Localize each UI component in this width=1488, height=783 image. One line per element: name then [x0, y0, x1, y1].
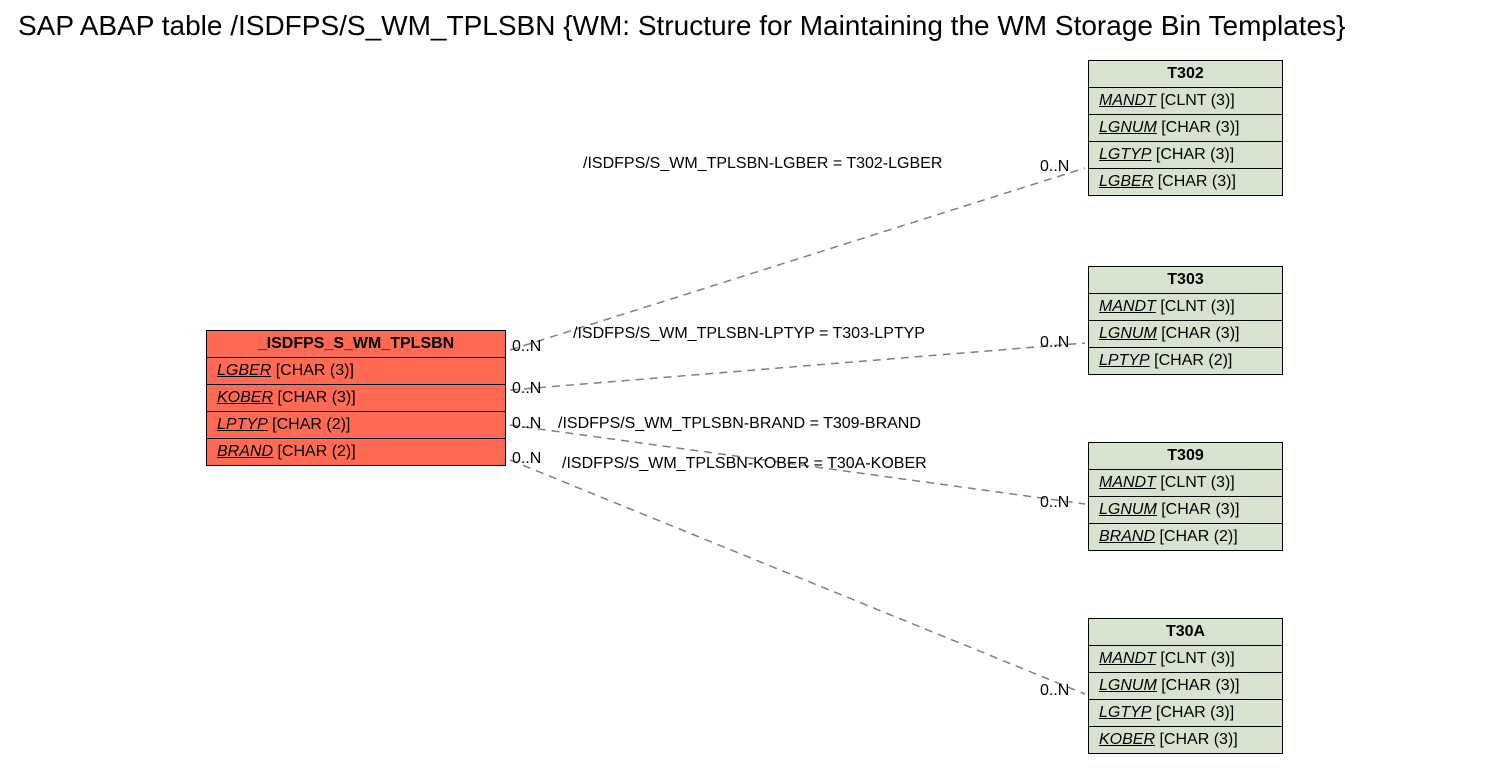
- entity-t30a-field: MANDT [CLNT (3)]: [1089, 646, 1282, 673]
- relation-label: /ISDFPS/S_WM_TPLSBN-LPTYP = T303-LPTYP: [573, 325, 925, 343]
- entity-t303: T303 MANDT [CLNT (3)] LGNUM [CHAR (3)] L…: [1088, 266, 1283, 375]
- entity-t309-field: MANDT [CLNT (3)]: [1089, 470, 1282, 497]
- entity-t303-field: LPTYP [CHAR (2)]: [1089, 348, 1282, 374]
- entity-t309-field: LGNUM [CHAR (3)]: [1089, 497, 1282, 524]
- entity-t30a-header: T30A: [1089, 619, 1282, 646]
- entity-main-field: LGBER [CHAR (3)]: [207, 358, 505, 385]
- entity-t30a-field: LGTYP [CHAR (3)]: [1089, 700, 1282, 727]
- entity-t302-field: MANDT [CLNT (3)]: [1089, 88, 1282, 115]
- entity-t30a-field: KOBER [CHAR (3)]: [1089, 727, 1282, 753]
- relation-label: /ISDFPS/S_WM_TPLSBN-LGBER = T302-LGBER: [583, 155, 942, 173]
- cardinality-right: 0..N: [1040, 494, 1069, 512]
- entity-t302-field: LGNUM [CHAR (3)]: [1089, 115, 1282, 142]
- entity-main-field: LPTYP [CHAR (2)]: [207, 412, 505, 439]
- cardinality-right: 0..N: [1040, 682, 1069, 700]
- cardinality-left: 0..N: [512, 415, 541, 433]
- entity-t309-header: T309: [1089, 443, 1282, 470]
- cardinality-right: 0..N: [1040, 334, 1069, 352]
- cardinality-left: 0..N: [512, 338, 541, 356]
- entity-t30a: T30A MANDT [CLNT (3)] LGNUM [CHAR (3)] L…: [1088, 618, 1283, 754]
- entity-t303-field: LGNUM [CHAR (3)]: [1089, 321, 1282, 348]
- entity-main-field: KOBER [CHAR (3)]: [207, 385, 505, 412]
- entity-t303-header: T303: [1089, 267, 1282, 294]
- entity-t309-field: BRAND [CHAR (2)]: [1089, 524, 1282, 550]
- entity-t302-field: LGTYP [CHAR (3)]: [1089, 142, 1282, 169]
- cardinality-left: 0..N: [512, 450, 541, 468]
- entity-main: _ISDFPS_S_WM_TPLSBN LGBER [CHAR (3)] KOB…: [206, 330, 506, 466]
- entity-t309: T309 MANDT [CLNT (3)] LGNUM [CHAR (3)] B…: [1088, 442, 1283, 551]
- relation-label: /ISDFPS/S_WM_TPLSBN-KOBER = T30A-KOBER: [562, 455, 927, 473]
- entity-t302-header: T302: [1089, 61, 1282, 88]
- entity-t302: T302 MANDT [CLNT (3)] LGNUM [CHAR (3)] L…: [1088, 60, 1283, 196]
- cardinality-left: 0..N: [512, 380, 541, 398]
- entity-main-header: _ISDFPS_S_WM_TPLSBN: [207, 331, 505, 358]
- cardinality-right: 0..N: [1040, 158, 1069, 176]
- entity-t303-field: MANDT [CLNT (3)]: [1089, 294, 1282, 321]
- entity-t302-field: LGBER [CHAR (3)]: [1089, 169, 1282, 195]
- entity-main-field: BRAND [CHAR (2)]: [207, 439, 505, 465]
- entity-t30a-field: LGNUM [CHAR (3)]: [1089, 673, 1282, 700]
- relation-label: /ISDFPS/S_WM_TPLSBN-BRAND = T309-BRAND: [558, 415, 921, 433]
- page-title: SAP ABAP table /ISDFPS/S_WM_TPLSBN {WM: …: [18, 10, 1345, 42]
